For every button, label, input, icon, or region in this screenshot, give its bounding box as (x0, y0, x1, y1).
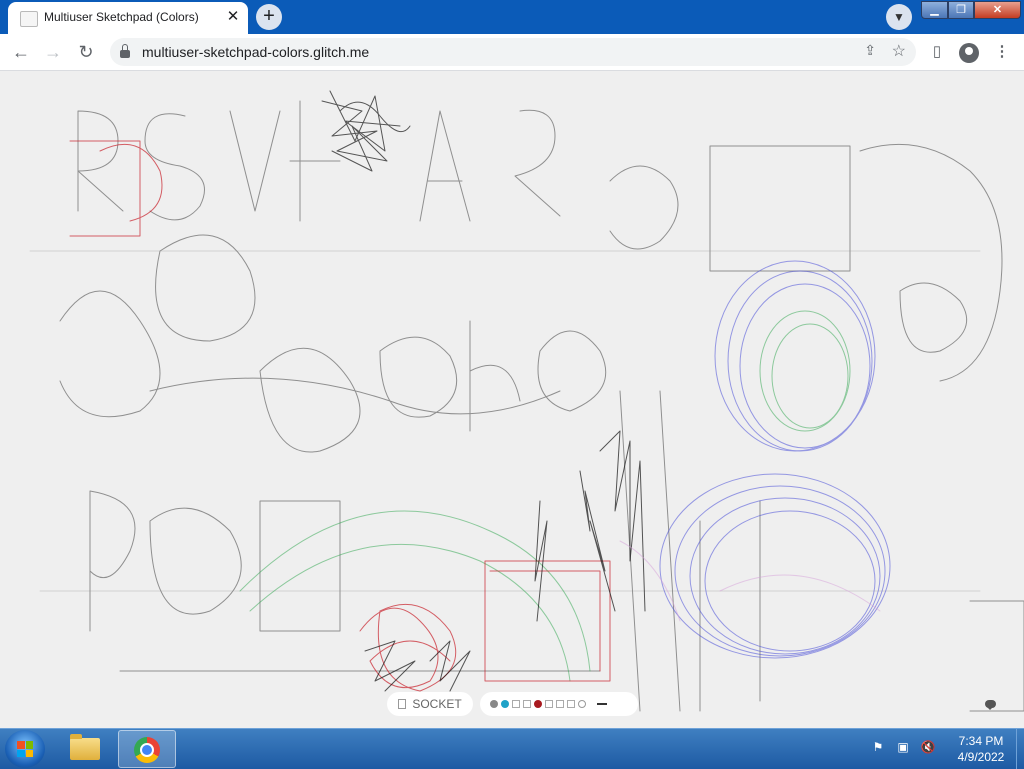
folder-icon (70, 734, 100, 760)
menu-kebab-icon[interactable]: ⋮ (989, 39, 1015, 65)
sketchpad-canvas[interactable]: SOCKET (0, 71, 1024, 728)
lock-icon[interactable] (120, 44, 130, 58)
windows-logo-icon (17, 741, 33, 757)
system-clock[interactable]: 7:34 PM 4/9/2022 (948, 733, 1014, 765)
reload-button[interactable]: ↻ (73, 39, 99, 65)
network-icon[interactable]: ▣ (895, 739, 911, 755)
socket-status[interactable]: SOCKET (387, 692, 473, 716)
palette-swatch-6[interactable] (545, 700, 553, 708)
action-center-flag-icon[interactable]: ⚑ (870, 739, 886, 755)
system-tray: ⚑ ▣ 🔇 (870, 739, 936, 755)
close-window-button[interactable]: ✕ (974, 1, 1021, 19)
minimize-button[interactable]: ▁ (921, 1, 948, 19)
volume-muted-icon[interactable]: 🔇 (920, 739, 936, 755)
taskbar: ⚑ ▣ 🔇 7:34 PM 4/9/2022 (0, 728, 1024, 769)
browser-tab[interactable]: Multiuser Sketchpad (Colors) ✕ (8, 2, 248, 34)
palette-swatch-2[interactable] (501, 700, 509, 708)
clock-date: 4/9/2022 (957, 750, 1005, 764)
file-explorer-taskbar-button[interactable] (57, 730, 115, 768)
tab-search-button[interactable]: ▼ (886, 4, 912, 30)
profile-avatar-icon[interactable] (959, 43, 979, 63)
url-text[interactable]: multiuser-sketchpad-colors.glitch.me (142, 44, 369, 60)
palette-swatch-7[interactable] (556, 700, 564, 708)
palette-swatch-8[interactable] (567, 700, 575, 708)
forward-button[interactable]: → (40, 39, 66, 65)
window-controls: ▁ ❐ ✕ (921, 1, 1021, 19)
chat-icon[interactable] (985, 700, 996, 710)
chrome-taskbar-button[interactable] (118, 730, 176, 768)
show-desktop-button[interactable] (1016, 729, 1024, 769)
palette-swatch-1[interactable] (490, 700, 498, 708)
palette-swatch-3[interactable] (512, 700, 520, 708)
back-button[interactable]: ← (8, 39, 34, 65)
palette-swatch-9[interactable] (578, 700, 586, 708)
palette-swatch-5[interactable] (534, 700, 542, 708)
bookmark-star-icon[interactable]: ☆ (892, 41, 906, 61)
share-icon[interactable]: ⇪ (864, 42, 876, 59)
new-tab-button[interactable]: + (256, 4, 282, 30)
address-bar[interactable]: multiuser-sketchpad-colors.glitch.me ⇪ ☆ (110, 38, 916, 66)
browser-toolbar: ← → ↻ multiuser-sketchpad-colors.glitch.… (0, 34, 1024, 71)
tab-title: Multiuser Sketchpad (Colors) (44, 10, 199, 24)
clock-time: 7:34 PM (958, 734, 1004, 748)
page-favicon-icon (20, 11, 38, 27)
side-panel-icon[interactable]: ▯ (924, 39, 950, 65)
socket-status-icon (398, 699, 407, 709)
start-button[interactable] (5, 730, 45, 768)
palette-swatch-4[interactable] (523, 700, 531, 708)
brush-size-icon[interactable] (597, 703, 607, 705)
drawing-strokes (29, 90, 1024, 712)
chrome-icon (134, 737, 160, 763)
socket-label: SOCKET (412, 697, 462, 711)
tab-strip: Multiuser Sketchpad (Colors) ✕ + ▼ ▁ ❐ ✕ (0, 0, 1024, 34)
maximize-button[interactable]: ❐ (948, 1, 974, 19)
close-tab-icon[interactable]: ✕ (224, 8, 242, 26)
color-palette (480, 692, 638, 716)
